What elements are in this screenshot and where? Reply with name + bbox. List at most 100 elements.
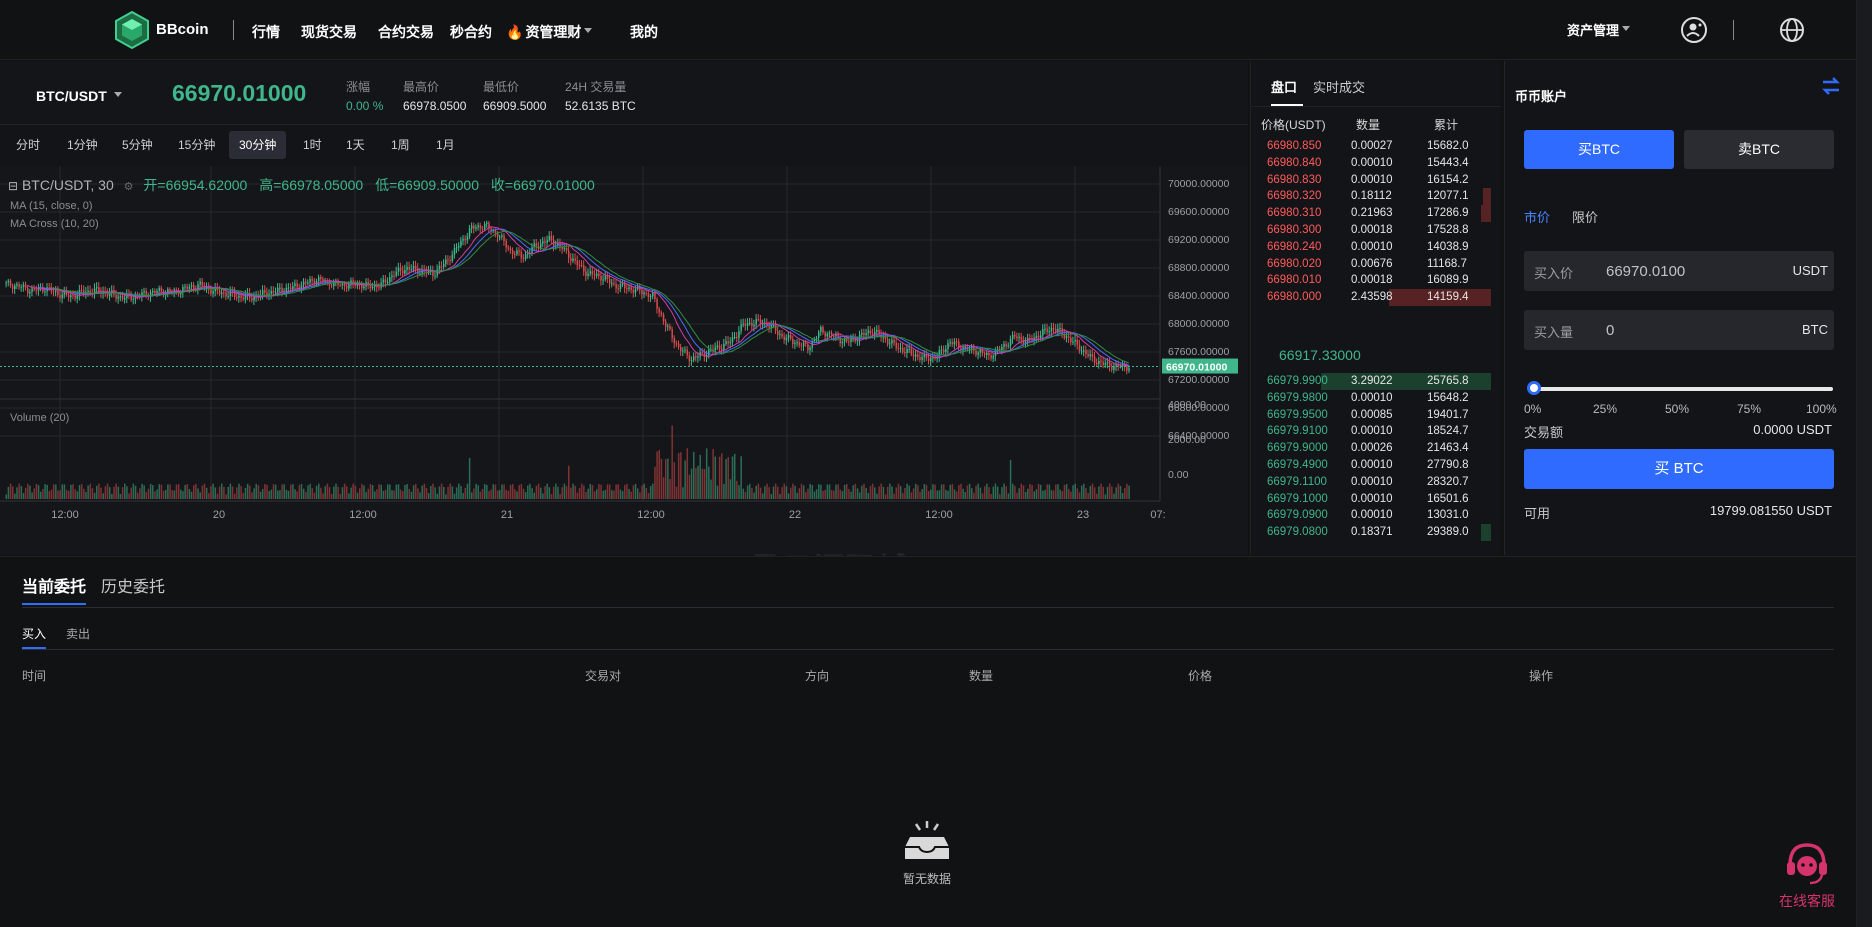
volume-bar xyxy=(203,483,206,499)
ask-row[interactable]: 66980.010 0.00018 16089.9 xyxy=(1251,272,1491,289)
volume-bar xyxy=(371,485,374,499)
volume-bar xyxy=(292,484,294,499)
slider-mark-100[interactable]: 100% xyxy=(1806,402,1837,416)
volume-bar xyxy=(943,484,945,499)
candle-body xyxy=(796,342,798,344)
globe-icon[interactable] xyxy=(1778,16,1806,44)
bid-row[interactable]: 66979.0800 0.18371 29389.0 xyxy=(1251,524,1491,542)
interval-1h[interactable]: 1时 xyxy=(293,131,332,159)
volume-indicator-label[interactable]: Volume (20) xyxy=(10,412,69,424)
sell-side-button[interactable]: 卖BTC xyxy=(1684,130,1834,169)
candle-body xyxy=(753,324,755,327)
subtab-sell[interactable]: 卖出 xyxy=(66,625,90,642)
ask-row[interactable]: 66980.850 0.00027 15682.0 xyxy=(1251,138,1491,155)
interval-1m[interactable]: 1分钟 xyxy=(57,131,108,159)
volume-bar xyxy=(214,487,217,499)
candle-body xyxy=(143,291,145,293)
nav-second-contract[interactable]: 秒合约 xyxy=(450,22,492,42)
candle-body xyxy=(527,253,529,255)
price-input[interactable] xyxy=(1606,259,1776,283)
interval-tick[interactable]: 分时 xyxy=(6,131,50,159)
candle-body xyxy=(800,345,803,347)
pair-selector[interactable]: BTC/USDT xyxy=(36,88,122,104)
slider-mark-0[interactable]: 0% xyxy=(1524,402,1541,416)
page-scrollbar[interactable] xyxy=(1856,0,1872,927)
nav-spot-trading[interactable]: 现货交易 xyxy=(301,22,357,42)
ask-row[interactable]: 66980.830 0.00010 16154.2 xyxy=(1251,172,1491,189)
candle-body xyxy=(688,355,691,362)
submit-buy-button[interactable]: 买 BTC xyxy=(1524,449,1834,489)
book-price: 66980.840 xyxy=(1267,156,1322,169)
interval-30m[interactable]: 30分钟 xyxy=(229,131,287,159)
tab-current-orders[interactable]: 当前委托 xyxy=(22,573,86,597)
user-icon[interactable] xyxy=(1680,16,1708,44)
interval-1w[interactable]: 1周 xyxy=(381,131,420,159)
volume-bar xyxy=(106,483,109,499)
candle-body xyxy=(733,337,736,339)
brand-name[interactable]: BBcoin xyxy=(156,21,209,38)
amount-slider-handle[interactable] xyxy=(1527,381,1541,395)
buy-side-button[interactable]: 买BTC xyxy=(1524,130,1674,169)
tab-recent-trades[interactable]: 实时成交 xyxy=(1313,77,1365,96)
volume-bar xyxy=(1074,483,1076,499)
volume-bar xyxy=(1059,489,1061,499)
slider-mark-75[interactable]: 75% xyxy=(1737,402,1761,416)
ask-row[interactable]: 66980.320 0.18112 12077.1 xyxy=(1251,188,1491,206)
swap-icon[interactable] xyxy=(1820,75,1842,97)
interval-1mo[interactable]: 1月 xyxy=(426,131,465,159)
volume-bar xyxy=(662,477,665,499)
ma-cross-indicator-label[interactable]: MA Cross (10, 20) xyxy=(10,218,99,230)
nav-mine[interactable]: 我的 xyxy=(630,22,658,42)
ma-indicator-label[interactable]: MA (15, close, 0) xyxy=(10,200,93,212)
volume-bar xyxy=(725,459,727,499)
interval-1d[interactable]: 1天 xyxy=(336,131,375,159)
candlestick-chart[interactable]: 70000.00000 69600.00000 69200.00000 68800.0… xyxy=(0,166,1248,586)
volume-bar xyxy=(708,466,710,499)
book-total: 16501.6 xyxy=(1427,492,1469,505)
settings-icon[interactable]: ⚙ xyxy=(124,181,134,193)
legend-collapse-icon[interactable]: ⊟ xyxy=(8,179,18,193)
tab-order-history[interactable]: 历史委托 xyxy=(101,573,165,597)
candle-body xyxy=(494,230,497,233)
interval-5m[interactable]: 5分钟 xyxy=(112,131,163,159)
tab-market-order[interactable]: 市价 xyxy=(1524,207,1550,226)
interval-15m[interactable]: 15分钟 xyxy=(168,131,225,159)
bid-row[interactable]: 66979.9800 0.00010 15648.2 xyxy=(1251,390,1491,407)
bid-row[interactable]: 66979.9500 0.00085 19401.7 xyxy=(1251,407,1491,424)
volume-bar xyxy=(35,483,38,499)
volume-bar xyxy=(914,483,917,499)
nav-contract-trading[interactable]: 合约交易 xyxy=(378,22,434,42)
bid-row[interactable]: 66979.4900 0.00010 27790.8 xyxy=(1251,457,1491,474)
bid-row[interactable]: 66979.1100 0.00010 28320.7 xyxy=(1251,474,1491,491)
slider-mark-50[interactable]: 50% xyxy=(1665,402,1689,416)
legend-low: 低=66909.50000 xyxy=(375,177,480,193)
nav-market[interactable]: 行情 xyxy=(252,22,280,42)
amount-slider-track[interactable] xyxy=(1531,387,1833,391)
bid-row[interactable]: 66979.9900 3.29022 25765.8 xyxy=(1251,373,1491,390)
ask-row[interactable]: 66980.000 2.43598 14159.4 xyxy=(1251,289,1491,307)
volume-bar xyxy=(753,492,755,499)
last-price-tag-text: 66970.01000 xyxy=(1166,362,1227,374)
ask-row[interactable]: 66980.840 0.00010 15443.4 xyxy=(1251,155,1491,172)
bbcoin-logo-icon[interactable] xyxy=(112,10,152,50)
online-support-button[interactable]: 在线客服 xyxy=(1757,835,1857,915)
ask-row[interactable]: 66980.310 0.21963 17286.9 xyxy=(1251,205,1491,223)
ask-row[interactable]: 66980.020 0.00676 11168.7 xyxy=(1251,256,1491,273)
tab-order-book[interactable]: 盘口 xyxy=(1271,77,1304,106)
bid-row[interactable]: 66979.9000 0.00026 21463.4 xyxy=(1251,440,1491,457)
candle-body xyxy=(729,342,732,344)
bid-row[interactable]: 66979.0900 0.00010 13031.0 xyxy=(1251,507,1491,524)
chart-canvas[interactable]: 70000.00000 69600.00000 69200.00000 68800.0… xyxy=(0,166,1248,555)
nav-wealth-management[interactable]: 🔥 资管理财 xyxy=(506,22,593,42)
asset-management-menu[interactable]: 资产管理 xyxy=(1567,20,1631,39)
ask-row[interactable]: 66980.240 0.00010 14038.9 xyxy=(1251,239,1491,256)
amount-input[interactable] xyxy=(1606,318,1776,342)
tab-limit-order[interactable]: 限价 xyxy=(1572,207,1598,226)
bid-row[interactable]: 66979.9100 0.00010 18524.7 xyxy=(1251,423,1491,440)
column-actions: 操作 xyxy=(1529,669,1554,683)
ask-row[interactable]: 66980.300 0.00018 17528.8 xyxy=(1251,222,1491,239)
bid-row[interactable]: 66979.1000 0.00010 16501.6 xyxy=(1251,491,1491,508)
subtab-buy[interactable]: 买入 xyxy=(22,625,46,642)
slider-mark-25[interactable]: 25% xyxy=(1593,402,1617,416)
volume-bar xyxy=(796,492,798,499)
